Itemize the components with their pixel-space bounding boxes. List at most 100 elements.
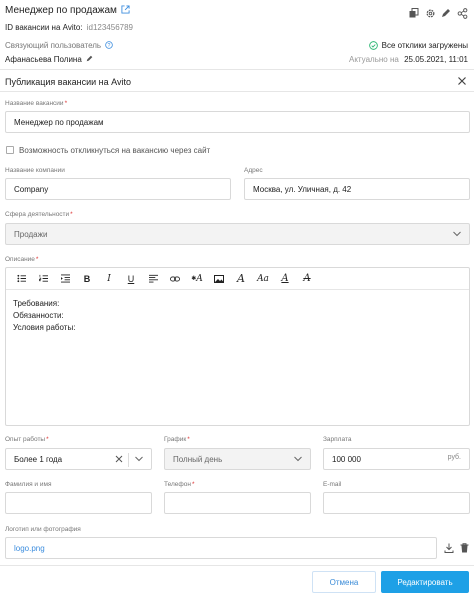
salary-label: Зарплата (323, 436, 352, 443)
sphere-label: Сфера деятельности* (5, 211, 73, 218)
download-icon[interactable] (444, 543, 454, 553)
align-icon[interactable] (142, 271, 164, 287)
avito-id-value: id123456789 (86, 23, 134, 32)
phone-input[interactable] (164, 492, 311, 514)
copy-icon[interactable] (408, 7, 420, 19)
vacancy-name-input[interactable]: Менеджер по продажам (5, 111, 470, 133)
font-color-button[interactable]: A (274, 271, 296, 287)
link-icon[interactable] (164, 271, 186, 287)
address-value: Москва, ул. Уличная, д. 42 (253, 184, 352, 194)
chevron-down-icon (453, 231, 461, 237)
page-title: Менеджер по продажам (5, 5, 117, 16)
experience-value: Более 1 года (14, 454, 63, 464)
clear-icon[interactable] (115, 455, 123, 463)
gear-icon[interactable] (424, 7, 436, 19)
description-line: Условия работы: (13, 323, 76, 332)
experience-select[interactable]: Более 1 года (5, 448, 152, 470)
bullet-list-icon[interactable] (10, 271, 32, 287)
select-separator (128, 453, 129, 467)
address-input[interactable]: Москва, ул. Уличная, д. 42 (244, 178, 470, 200)
experience-label: Опыт работы* (5, 436, 49, 443)
check-circle-icon (368, 41, 378, 50)
apply-via-site-checkbox[interactable] (6, 146, 14, 154)
sphere-select[interactable]: Продажи (5, 223, 470, 245)
fullname-label: Фамилия и имя (5, 481, 52, 488)
company-label: Название компании (5, 167, 65, 174)
logo-file-name[interactable]: logo.png (14, 544, 45, 553)
font-strike-button[interactable]: A (296, 271, 318, 287)
avito-id: ID вакансии на Avito: id123456789 (5, 23, 133, 32)
phone-label: Телефон* (164, 481, 195, 488)
image-icon[interactable] (208, 271, 230, 287)
numbered-list-icon[interactable] (32, 271, 54, 287)
italic-button[interactable]: I (98, 271, 120, 287)
salary-suffix: руб. (447, 454, 461, 461)
font-case-button[interactable]: Aa (252, 271, 274, 287)
header-divider (0, 69, 474, 70)
close-icon[interactable] (457, 76, 467, 86)
phone-label-text: Телефон (164, 481, 191, 488)
share-icon[interactable] (456, 7, 468, 19)
linked-user-name: Афанасьева Полина (5, 55, 82, 64)
linked-user-label: Связующий пользователь ? (5, 41, 114, 50)
clear-format-icon[interactable]: ✱ A (186, 271, 208, 287)
actual-value: 25.05.2021, 11:01 (404, 55, 468, 64)
logo-label: Логотип или фотография (5, 526, 81, 533)
linked-user-label-text: Связующий пользователь (5, 41, 102, 50)
salary-input[interactable]: 100 000 руб. (323, 448, 470, 470)
pencil-icon[interactable] (440, 7, 452, 19)
bold-button[interactable]: B (76, 271, 98, 287)
description-editor[interactable]: B I U ✱ A A Aa A A Требования: Обязанност… (5, 267, 470, 426)
chevron-down-icon (135, 456, 143, 462)
actual-label: Актуально на (349, 55, 399, 64)
description-label: Описание* (5, 256, 38, 263)
required-mark: * (64, 100, 68, 107)
company-input[interactable]: Company (5, 178, 231, 200)
logo-file-input[interactable]: logo.png (5, 537, 437, 559)
edit-user-icon[interactable] (86, 55, 93, 62)
email-input[interactable] (323, 492, 470, 514)
header-actions (408, 7, 468, 19)
schedule-select[interactable]: Полный день (164, 448, 311, 470)
experience-label-text: Опыт работы (5, 436, 46, 443)
description-label-text: Описание (5, 256, 35, 263)
all-loaded-status: Все отклики загружены (368, 41, 468, 50)
edit-button[interactable]: Редактировать (381, 571, 469, 593)
chevron-down-icon (294, 456, 302, 462)
section-title: Публикация вакансии на Avito (5, 77, 131, 87)
apply-via-site-label: Возможность откликнуться на вакансию чер… (19, 146, 211, 155)
sphere-value: Продажи (14, 229, 48, 239)
editor-content[interactable]: Требования: Обязанности: Условия работы: (13, 298, 75, 334)
all-loaded-text: Все отклики загружены (381, 41, 468, 50)
external-link-icon[interactable] (121, 5, 130, 14)
actual-date: Актуально на 25.05.2021, 11:01 (349, 55, 468, 64)
trash-icon[interactable] (460, 543, 469, 553)
vacancy-name-label: Название вакансии* (5, 100, 67, 107)
schedule-value: Полный день (173, 454, 223, 464)
required-mark: * (46, 436, 49, 443)
description-line: Требования: (13, 299, 60, 308)
help-icon[interactable]: ? (105, 41, 114, 49)
sphere-label-text: Сфера деятельности (5, 211, 70, 218)
vacancy-name-value: Менеджер по продажам (14, 117, 104, 127)
cancel-button[interactable]: Отмена (312, 571, 376, 593)
indent-icon[interactable] (54, 271, 76, 287)
vacancy-name-label-text: Название вакансии (5, 100, 64, 107)
required-mark: * (187, 436, 190, 443)
footer-divider (0, 565, 474, 566)
clear-format-glyph: A (196, 273, 203, 284)
avito-id-label: ID вакансии на Avito: (5, 23, 83, 32)
salary-value: 100 000 (332, 454, 361, 464)
section-divider (0, 91, 474, 92)
required-mark: * (35, 256, 39, 263)
svg-text:?: ? (108, 43, 111, 49)
font-size-large-button[interactable]: A (230, 271, 252, 287)
address-label: Адрес (244, 167, 263, 174)
fullname-input[interactable] (5, 492, 152, 514)
schedule-label-text: График (164, 436, 187, 443)
required-mark: * (191, 481, 195, 488)
email-label: E-mail (323, 481, 342, 488)
underline-button[interactable]: U (120, 271, 142, 287)
description-line: Обязанности: (13, 311, 64, 320)
schedule-label: График* (164, 436, 190, 443)
